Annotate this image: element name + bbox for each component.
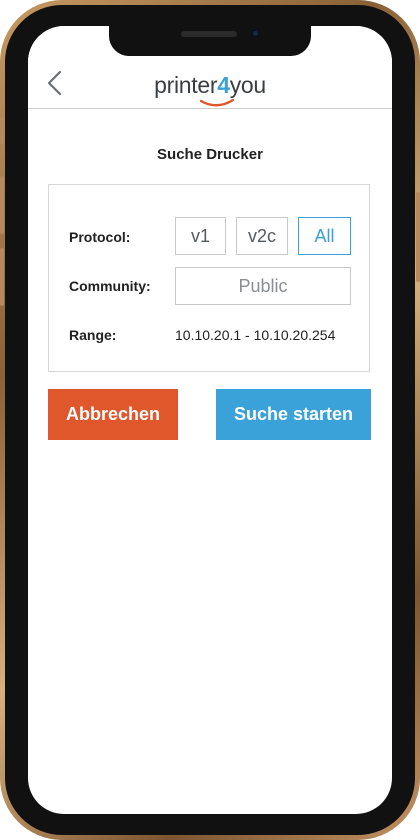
logo-text-suffix: you [229,72,266,98]
protocol-option-v2c[interactable]: v2c [236,217,288,255]
cancel-button[interactable]: Abbrechen [48,389,178,440]
phone-side-button-left-2 [0,176,4,234]
phone-side-button-left-1 [0,118,4,144]
logo-text-number: 4 [217,72,230,98]
phone-side-button-right [416,192,420,282]
start-search-button[interactable]: Suche starten [216,389,371,440]
protocol-option-v1[interactable]: v1 [175,217,226,255]
protocol-label: Protocol: [69,229,131,245]
range-label: Range: [69,327,117,343]
search-settings-panel: Protocol: v1 v2c All Community: Public R… [48,184,370,372]
front-camera [251,29,260,38]
phone-side-button-left-3 [0,248,4,306]
protocol-option-all[interactable]: All [298,217,351,255]
range-value: 10.10.20.1 - 10.10.20.254 [175,327,336,343]
speaker-grille [181,31,237,37]
community-input[interactable]: Public [175,267,351,305]
page-title: Suche Drucker [157,146,263,163]
app-screen: printer4you Suche Drucker Protocol: v1 v… [28,26,392,814]
logo-text-prefix: printer [154,72,218,98]
app-logo: printer4you [28,72,392,107]
phone-notch [109,24,311,56]
community-label: Community: [69,278,151,294]
logo-swoosh-icon [200,98,234,107]
